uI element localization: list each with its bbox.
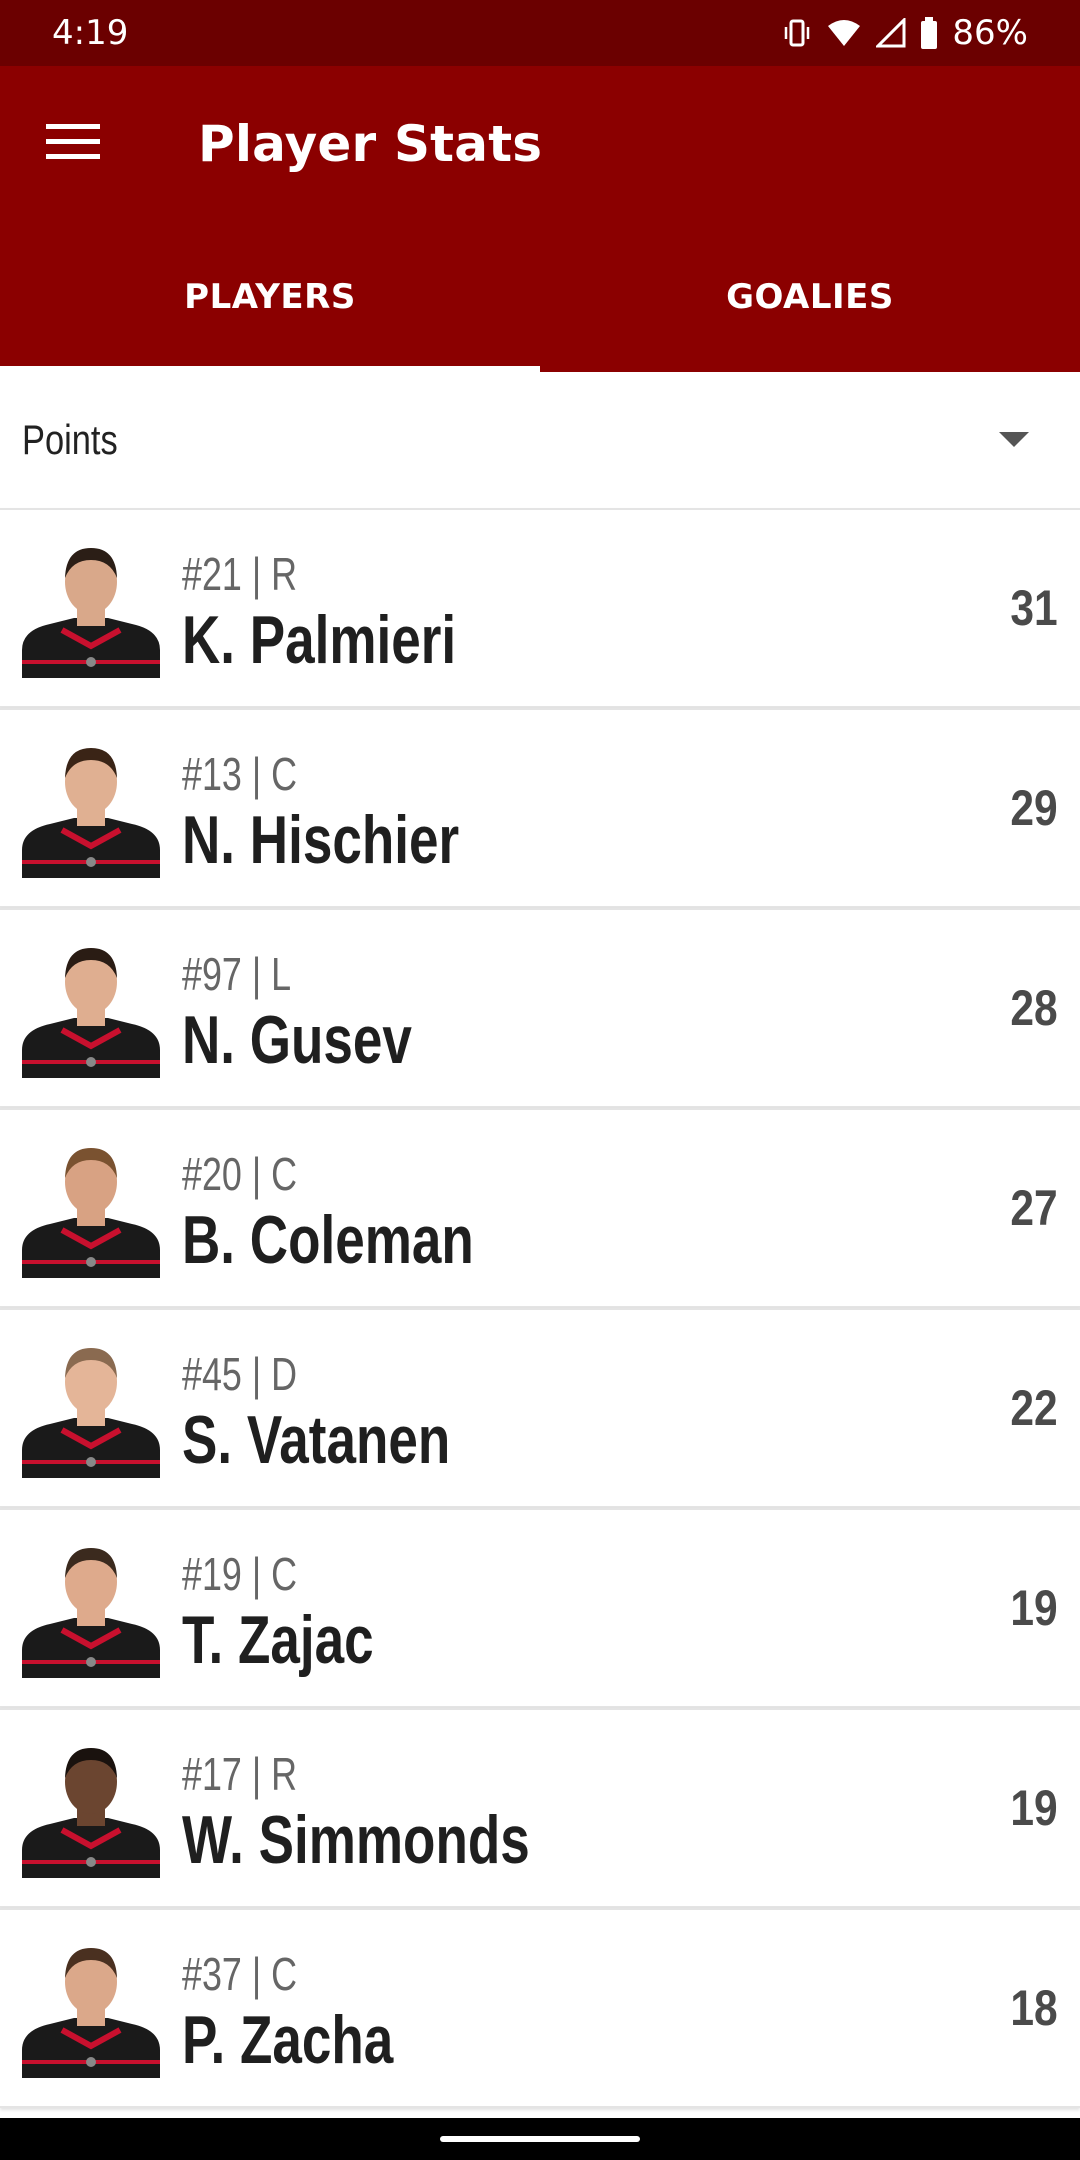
tab-goalies[interactable]: GOALIES <box>540 222 1080 372</box>
player-avatar <box>22 1738 160 1878</box>
player-avatar <box>22 1138 160 1278</box>
player-points: 18 <box>1010 1980 1058 2036</box>
dropdown-arrow-icon <box>984 410 1044 470</box>
player-points: 29 <box>1010 780 1058 836</box>
player-info: #21 | R K. Palmieri <box>182 546 960 678</box>
vibrate-icon <box>782 18 812 48</box>
player-points: 27 <box>1010 1180 1058 1236</box>
player-row[interactable]: #20 | C B. Coleman 27 <box>0 1108 1080 1308</box>
wifi-icon <box>826 18 862 48</box>
signal-icon <box>876 18 906 48</box>
player-name: S. Vatanen <box>182 1402 451 1478</box>
battery-percentage: 86% <box>952 13 1028 53</box>
player-name: B. Coleman <box>182 1202 474 1278</box>
status-time: 4:19 <box>52 13 129 53</box>
player-points: 28 <box>1010 980 1058 1036</box>
player-row[interactable]: #37 | C P. Zacha 18 <box>0 1908 1080 2108</box>
hamburger-menu-button[interactable] <box>0 66 156 222</box>
status-icons: 86% <box>782 13 1028 53</box>
player-row[interactable]: #21 | R K. Palmieri 31 <box>0 508 1080 708</box>
player-info: #13 | C N. Hischier <box>182 746 960 878</box>
player-points: 31 <box>1010 580 1058 636</box>
player-number-position: #97 | L <box>182 948 292 1000</box>
navigation-bar <box>0 2118 1080 2160</box>
hamburger-menu-icon <box>46 122 100 167</box>
player-avatar <box>22 1338 160 1478</box>
player-row[interactable]: #45 | D S. Vatanen 22 <box>0 1308 1080 1508</box>
player-name: P. Zacha <box>182 2002 394 2078</box>
player-number-position: #13 | C <box>182 748 298 800</box>
player-number-position: #17 | R <box>182 1748 298 1800</box>
player-info: #37 | C P. Zacha <box>182 1946 960 2078</box>
player-info: #97 | L N. Gusev <box>182 946 960 1078</box>
app-bar: Player Stats <box>0 66 1080 222</box>
player-name: K. Palmieri <box>182 602 457 678</box>
player-info: #45 | D S. Vatanen <box>182 1346 960 1478</box>
player-number-position: #21 | R <box>182 548 298 600</box>
player-number-position: #20 | C <box>182 1148 298 1200</box>
player-number-position: #37 | C <box>182 1948 298 2000</box>
player-row[interactable]: #13 | C N. Hischier 29 <box>0 708 1080 908</box>
sort-dropdown[interactable]: Points <box>0 372 1080 508</box>
player-number-position: #19 | C <box>182 1548 298 1600</box>
player-info: #17 | R W. Simmonds <box>182 1746 960 1878</box>
player-row[interactable]: #17 | R W. Simmonds 19 <box>0 1708 1080 1908</box>
player-name: W. Simmonds <box>182 1802 530 1878</box>
tab-bar: PLAYERS GOALIES <box>0 222 1080 372</box>
player-row[interactable]: #19 | C T. Zajac 19 <box>0 1508 1080 1708</box>
status-bar: 4:19 86% <box>0 0 1080 66</box>
player-avatar <box>22 1538 160 1678</box>
player-avatar <box>22 1938 160 2078</box>
player-points: 22 <box>1010 1380 1058 1436</box>
player-name: T. Zajac <box>182 1602 374 1678</box>
player-row[interactable]: #97 | L N. Gusev 28 <box>0 908 1080 1108</box>
player-avatar <box>22 938 160 1078</box>
player-number-position: #45 | D <box>182 1348 298 1400</box>
sort-selected-value: Points <box>22 416 118 463</box>
player-name: N. Gusev <box>182 1002 412 1078</box>
player-avatar <box>22 738 160 878</box>
player-info: #20 | C B. Coleman <box>182 1146 960 1278</box>
player-info: #19 | C T. Zajac <box>182 1546 960 1678</box>
player-list: #21 | R K. Palmieri 31 #13 | C N. Hischier 29… <box>0 508 1080 2108</box>
player-points: 19 <box>1010 1580 1058 1636</box>
page-title: Player Stats <box>198 115 543 173</box>
player-avatar <box>22 538 160 678</box>
battery-icon <box>920 17 938 49</box>
player-points: 19 <box>1010 1780 1058 1836</box>
tab-players[interactable]: PLAYERS <box>0 222 540 372</box>
player-name: N. Hischier <box>182 802 460 878</box>
home-gesture-handle[interactable] <box>440 2136 640 2142</box>
